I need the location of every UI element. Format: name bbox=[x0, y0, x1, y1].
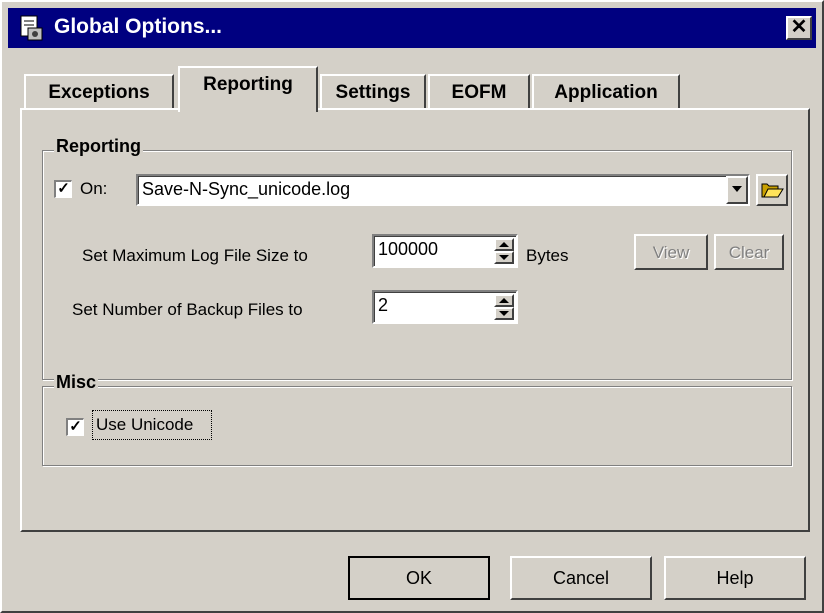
max-log-size-value: 100000 bbox=[378, 239, 439, 259]
tab-reporting[interactable]: Reporting bbox=[178, 66, 318, 112]
arrow-down-icon bbox=[499, 311, 509, 316]
global-options-dialog: Global Options... ✕ Exceptions Reporting… bbox=[0, 0, 824, 613]
clear-button[interactable]: Clear bbox=[714, 234, 784, 270]
reporting-group-label: Reporting bbox=[54, 136, 143, 157]
log-file-dropdown-button[interactable] bbox=[726, 176, 748, 204]
window-title: Global Options... bbox=[54, 15, 222, 38]
ok-button[interactable]: OK bbox=[348, 556, 490, 600]
max-log-size-spinner[interactable]: 100000 bbox=[372, 234, 518, 268]
max-log-size-label: Set Maximum Log File Size to bbox=[82, 246, 308, 265]
close-button[interactable]: ✕ bbox=[786, 16, 812, 40]
reporting-on-checkbox[interactable]: ✓ bbox=[54, 180, 72, 198]
misc-group-label: Misc bbox=[54, 372, 99, 393]
help-button[interactable]: Help bbox=[664, 556, 806, 600]
folder-open-icon bbox=[760, 183, 784, 204]
use-unicode-label: Use Unicode bbox=[96, 415, 194, 434]
backup-files-value: 2 bbox=[378, 295, 389, 315]
log-file-value: Save-N-Sync_unicode.log bbox=[142, 179, 351, 199]
view-button[interactable]: View bbox=[634, 234, 708, 270]
max-log-size-up-button[interactable] bbox=[494, 238, 514, 251]
arrow-up-icon bbox=[499, 242, 509, 247]
backup-files-label: Set Number of Backup Files to bbox=[72, 300, 303, 319]
reporting-tab-panel: Reporting ✓ On: Save-N-Sync_unicode.log … bbox=[20, 108, 810, 532]
cancel-button-label: Cancel bbox=[552, 568, 610, 588]
backup-files-down-button[interactable] bbox=[494, 307, 514, 320]
bytes-label: Bytes bbox=[526, 246, 569, 265]
tab-exceptions[interactable]: Exceptions bbox=[24, 74, 174, 110]
tab-application[interactable]: Application bbox=[532, 74, 680, 110]
ok-button-label: OK bbox=[405, 568, 432, 588]
options-icon bbox=[18, 14, 46, 42]
chevron-down-icon bbox=[732, 186, 742, 192]
backup-files-spinner[interactable]: 2 bbox=[372, 290, 518, 324]
reporting-on-label: On: bbox=[80, 179, 108, 198]
cancel-button[interactable]: Cancel bbox=[510, 556, 652, 600]
max-log-size-down-button[interactable] bbox=[494, 251, 514, 264]
help-button-label: Help bbox=[716, 568, 754, 588]
backup-files-up-button[interactable] bbox=[494, 294, 514, 307]
arrow-up-icon bbox=[499, 298, 509, 303]
title-bar[interactable]: Global Options... ✕ bbox=[8, 8, 816, 48]
tab-settings[interactable]: Settings bbox=[320, 74, 426, 110]
browse-button[interactable] bbox=[756, 174, 788, 206]
use-unicode-checkbox[interactable]: ✓ bbox=[66, 418, 84, 436]
arrow-down-icon bbox=[499, 255, 509, 260]
tab-eofm[interactable]: EOFM bbox=[428, 74, 530, 110]
log-file-combobox[interactable]: Save-N-Sync_unicode.log bbox=[136, 174, 750, 206]
